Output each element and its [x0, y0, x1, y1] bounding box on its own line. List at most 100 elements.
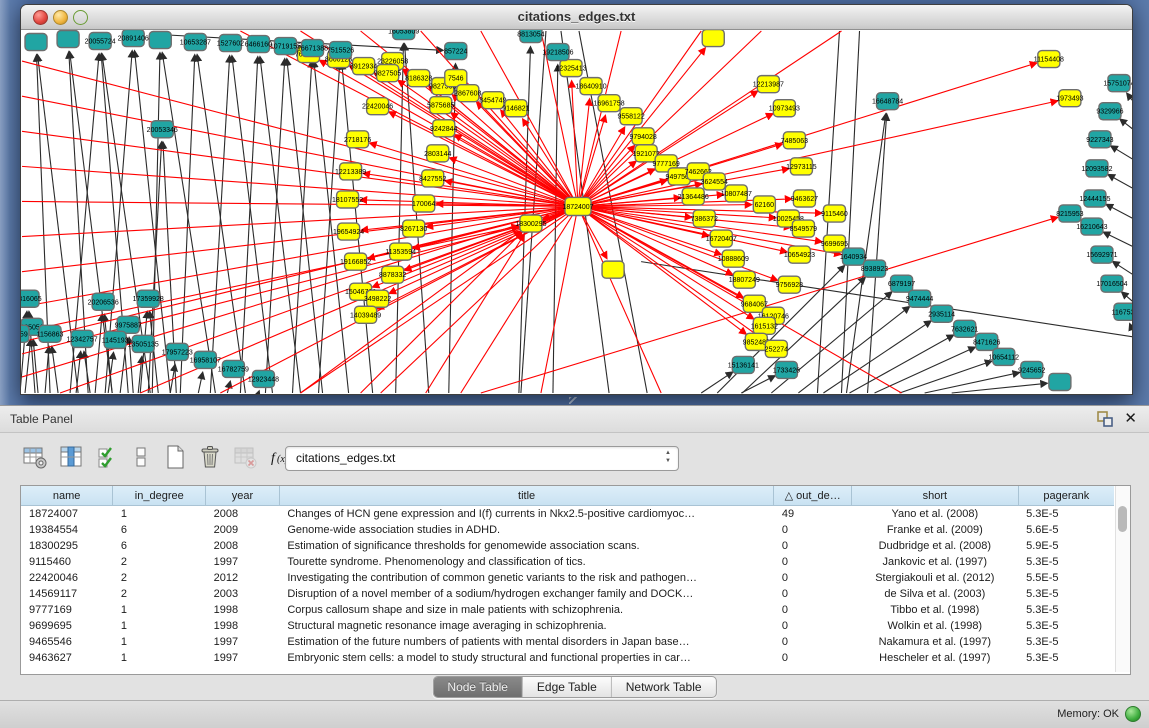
table-row[interactable]: 969969511998Structural magnetic resonanc… — [21, 618, 1114, 634]
graph-node[interactable]: 17359928 — [133, 290, 164, 307]
graph-node[interactable]: 8427552 — [419, 170, 446, 187]
graph-node[interactable]: 9827505 — [374, 65, 401, 82]
graph-node[interactable]: 16961758 — [593, 95, 624, 112]
table-selector-dropdown[interactable]: citations_edges.txt ▲▼ — [285, 446, 679, 471]
graph-edge[interactable] — [481, 217, 1058, 393]
graph-node[interactable]: 15692971 — [1086, 246, 1117, 263]
graph-node[interactable]: 16648784 — [872, 93, 903, 110]
graph-node[interactable]: 7515526 — [327, 42, 354, 59]
graph-node[interactable]: 2803144 — [424, 145, 451, 162]
show-column-icon[interactable] — [58, 444, 84, 470]
graph-edge[interactable] — [868, 114, 887, 393]
graph-edge[interactable] — [22, 166, 578, 206]
graph-node[interactable]: 10654112 — [988, 348, 1019, 365]
graph-edge[interactable] — [22, 131, 578, 206]
graph-node[interactable]: 16720407 — [706, 230, 737, 247]
delete-column-icon[interactable] — [197, 444, 223, 470]
graph-node[interactable]: 8549579 — [790, 220, 817, 237]
network-window[interactable]: citations_edges.txt 18724007224200462718… — [20, 4, 1133, 395]
memory-indicator[interactable]: Memory: OK — [1057, 706, 1141, 722]
graph-node[interactable]: 7632621 — [951, 320, 978, 337]
graph-node[interactable]: 9329966 — [1096, 103, 1123, 120]
new-column-icon[interactable] — [162, 444, 188, 470]
graph-node[interactable] — [702, 30, 724, 47]
graph-node[interactable]: 19166852 — [340, 253, 371, 270]
graph-edge[interactable] — [1104, 232, 1132, 246]
column-header-title[interactable]: title — [279, 486, 774, 506]
graph-node[interactable]: 8938923 — [861, 260, 888, 277]
graph-node[interactable]: 18107552 — [332, 191, 363, 208]
table-row[interactable]: 2242004622012Investigating the contribut… — [21, 570, 1114, 586]
graph-node[interactable]: 11353594 — [385, 243, 416, 260]
graph-edge[interactable] — [952, 383, 1047, 393]
network-graph[interactable]: 1872400722420046271817612213389181075521… — [21, 30, 1132, 394]
graph-node[interactable]: 10973493 — [769, 100, 800, 117]
graph-node[interactable] — [1049, 373, 1071, 390]
table-row[interactable]: 946362711997Embryonic stem cells: a mode… — [21, 650, 1114, 666]
table-row[interactable]: 1938455462009Genome-wide association stu… — [21, 522, 1114, 538]
network-canvas[interactable]: 1872400722420046271817612213389181075521… — [21, 30, 1132, 394]
graph-node[interactable]: 17957223 — [162, 343, 193, 360]
graph-node[interactable]: 9227343 — [1086, 131, 1113, 148]
graph-node[interactable]: 20055724 — [85, 33, 116, 50]
graph-node[interactable]: 1973493 — [1056, 90, 1083, 107]
graph-node[interactable]: 2935114 — [928, 305, 955, 322]
graph-node[interactable]: 3624554 — [701, 173, 728, 190]
deselect-all-icon[interactable] — [128, 444, 154, 470]
graph-node[interactable]: 8267130 — [400, 220, 427, 237]
graph-node[interactable]: 10654923 — [784, 246, 815, 263]
graph-node[interactable]: 10888609 — [718, 250, 749, 267]
graph-node[interactable]: 7485063 — [781, 132, 808, 149]
graph-node[interactable]: 39159 — [21, 325, 29, 342]
column-header-out_de[interactable]: △ out_de… — [774, 486, 852, 506]
graph-node[interactable]: 20053346 — [147, 121, 178, 138]
graph-edge[interactable] — [1111, 146, 1132, 159]
graph-edge[interactable] — [22, 227, 518, 354]
graph-node[interactable]: 9558122 — [617, 108, 644, 125]
close-panel-icon[interactable]: ✕ — [1124, 409, 1137, 427]
graph-node[interactable]: 13505135 — [128, 335, 159, 352]
graph-node[interactable]: 22420046 — [362, 98, 393, 115]
graph-node[interactable]: 12325413 — [555, 60, 586, 77]
graph-node[interactable]: 8813054 — [517, 30, 544, 43]
graph-edge[interactable] — [523, 119, 578, 206]
graph-node[interactable]: 15136141 — [728, 356, 759, 373]
graph-node[interactable]: 12213389 — [335, 163, 366, 180]
graph-node[interactable]: 6466160 — [245, 36, 272, 53]
graph-node[interactable]: 12342757 — [67, 330, 98, 347]
float-window-icon[interactable] — [1097, 411, 1113, 427]
table-row[interactable]: 911546021997Tourette syndrome. Phenomeno… — [21, 554, 1114, 570]
graph-node[interactable]: 1145193 — [102, 331, 129, 348]
scrollbar-thumb[interactable] — [1118, 506, 1127, 532]
graph-node[interactable]: 170064 — [412, 195, 435, 212]
column-header-year[interactable]: year — [206, 486, 280, 506]
tab-edge-table[interactable]: Edge Table — [523, 677, 612, 697]
graph-edge[interactable] — [52, 347, 58, 393]
table-row[interactable]: 946554611997Estimation of the future num… — [21, 634, 1114, 650]
graph-node[interactable]: 19218506 — [542, 44, 573, 61]
graph-edge[interactable] — [925, 373, 1019, 393]
graph-edge[interactable] — [1106, 205, 1132, 219]
graph-node[interactable] — [57, 31, 79, 48]
graph-edge[interactable] — [1108, 175, 1132, 189]
graph-node[interactable]: 8215953 — [1056, 205, 1083, 222]
graph-node[interactable]: 16671388 — [297, 40, 328, 57]
graph-edge[interactable] — [148, 142, 161, 393]
table-row[interactable]: 1456911722003Disruption of a novel membe… — [21, 586, 1114, 602]
graph-node[interactable]: 9115460 — [821, 205, 848, 222]
graph-edge[interactable] — [25, 340, 31, 393]
graph-node[interactable]: 9794028 — [629, 128, 656, 145]
graph-edge[interactable] — [1130, 324, 1132, 332]
graph-edge[interactable] — [1113, 262, 1132, 275]
graph-node[interactable]: 2867608 — [454, 85, 481, 102]
graph-node[interactable]: 2316065 — [21, 290, 42, 307]
graph-node[interactable]: 1615132 — [751, 317, 778, 334]
graph-node[interactable]: 9756928 — [776, 276, 803, 293]
graph-edge[interactable] — [198, 373, 202, 393]
graph-node[interactable]: 12973115 — [786, 158, 817, 175]
graph-node[interactable]: 1167533 — [1112, 303, 1132, 320]
table-scrollbar[interactable] — [1115, 486, 1130, 672]
graph-edge[interactable] — [798, 307, 909, 393]
column-header-name[interactable]: name — [21, 486, 113, 506]
graph-node[interactable]: 9146821 — [502, 100, 529, 117]
